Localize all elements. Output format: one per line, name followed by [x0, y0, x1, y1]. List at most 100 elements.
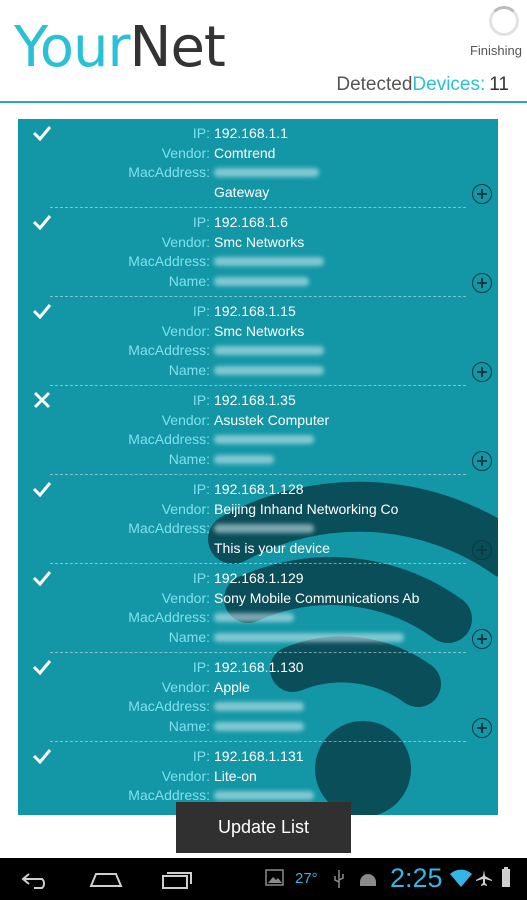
- device-vendor-label: Vendor:: [161, 322, 210, 339]
- logo-your: Your: [14, 15, 131, 80]
- device-note-value: Gateway: [214, 183, 270, 200]
- redacted-mac: [214, 168, 319, 177]
- device-vendor-value: Apple: [214, 678, 250, 695]
- gallery-notification-icon: [265, 869, 284, 886]
- device-name-label: Name:: [168, 717, 210, 734]
- device-mac-label: MacAddress:: [128, 520, 210, 536]
- device-ip-row: IP: 192.168.1.130: [18, 658, 498, 677]
- device-item[interactable]: IP: 192.168.1.6 Vendor: Smc Networks MacAddr…: [18, 208, 498, 297]
- device-vendor-value: Smc Networks: [214, 233, 305, 250]
- device-ip-label: IP:: [192, 392, 210, 408]
- device-mac-row: MacAddress:: [18, 252, 498, 271]
- device-item[interactable]: IP: 192.168.1.1 Vendor: Comtrend MacAddress:…: [18, 119, 498, 208]
- device-vendor-row: Vendor: Beijing Inhand Networking Co: [18, 500, 498, 519]
- device-vendor-label: Vendor:: [161, 144, 210, 161]
- detected-label: Detected: [336, 74, 413, 95]
- device-vendor-row: Vendor: Comtrend: [18, 144, 498, 163]
- device-ip-row: IP: 192.168.1.15: [18, 302, 498, 321]
- header-divider: [0, 101, 527, 103]
- redacted-mac: [214, 346, 324, 355]
- device-ip-value: 192.168.1.128: [214, 481, 304, 497]
- device-note-row: This is your device: [18, 539, 498, 558]
- update-list-button[interactable]: Update List: [176, 802, 351, 853]
- app-header: YourNet Finishing DetectedDevices: 11: [0, 0, 527, 104]
- device-item[interactable]: IP: 192.168.1.128 Vendor: Beijing Inhand Ne…: [18, 475, 498, 564]
- home-icon[interactable]: [88, 868, 124, 890]
- app-logo: YourNet: [14, 15, 226, 80]
- device-vendor-value: Comtrend: [214, 144, 276, 161]
- redacted-mac: [214, 257, 324, 266]
- redacted-mac: [214, 524, 314, 533]
- redacted-name: [214, 454, 274, 464]
- device-vendor-row: Vendor: Apple: [18, 678, 498, 697]
- add-device-icon[interactable]: [472, 273, 492, 293]
- redacted-name: [214, 721, 304, 731]
- device-ip-row: IP: 192.168.1.1: [18, 124, 498, 143]
- device-name-row: Name:: [18, 717, 498, 736]
- device-mac-label: MacAddress:: [128, 609, 210, 625]
- device-ip-value: 192.168.1.15: [214, 303, 296, 319]
- device-name-label: Name:: [168, 628, 210, 645]
- device-vendor-row: Vendor: Asustek Computer: [18, 411, 498, 430]
- back-icon[interactable]: [20, 868, 52, 890]
- device-count: 11: [489, 74, 509, 95]
- device-ip-row: IP: 192.168.1.6: [18, 213, 498, 232]
- device-mac-row: MacAddress:: [18, 519, 498, 538]
- device-name-row: Name:: [18, 272, 498, 291]
- airplane-mode-icon: [476, 870, 492, 886]
- device-vendor-label: Vendor:: [161, 233, 210, 250]
- device-mac-label: MacAddress:: [128, 164, 210, 180]
- device-ip-value: 192.168.1.130: [214, 659, 304, 675]
- device-name-label: Name:: [168, 450, 210, 467]
- device-note-value: This is your device: [214, 539, 330, 556]
- device-item[interactable]: IP: 192.168.1.130 Vendor: Apple MacAddress: N…: [18, 653, 498, 742]
- wifi-signal-icon: [450, 869, 472, 887]
- device-vendor-row: Vendor: Smc Networks: [18, 322, 498, 341]
- battery-icon: [502, 867, 510, 887]
- device-vendor-label: Vendor:: [161, 678, 210, 695]
- device-vendor-value: Beijing Inhand Networking Co: [214, 500, 399, 517]
- device-ip-value: 192.168.1.6: [214, 214, 288, 230]
- device-ip-label: IP:: [192, 481, 210, 497]
- device-item[interactable]: IP: 192.168.1.129 Vendor: Sony Mobile Commu…: [18, 564, 498, 653]
- device-name-label: Name:: [168, 361, 210, 378]
- devices-label: Devices:: [412, 74, 486, 95]
- device-ip-label: IP:: [192, 748, 210, 764]
- add-device-icon[interactable]: [472, 362, 492, 382]
- progress-spinner-icon: [489, 6, 519, 36]
- redacted-name: [214, 632, 404, 642]
- add-device-icon[interactable]: [472, 451, 492, 471]
- redacted-mac: [214, 613, 294, 622]
- add-device-icon[interactable]: [472, 718, 492, 738]
- device-list[interactable]: IP: 192.168.1.1 Vendor: Comtrend MacAddress:…: [18, 119, 498, 815]
- add-device-icon[interactable]: [472, 184, 492, 204]
- device-vendor-row: Vendor: Lite-on: [18, 767, 498, 786]
- device-mac-row: MacAddress:: [18, 163, 498, 182]
- device-mac-label: MacAddress:: [128, 698, 210, 714]
- add-device-icon[interactable]: [472, 540, 492, 560]
- device-mac-row: MacAddress:: [18, 430, 498, 449]
- device-ip-row: IP: 192.168.1.128: [18, 480, 498, 499]
- device-item[interactable]: IP: 192.168.1.35 Vendor: Asustek Computer Ma…: [18, 386, 498, 475]
- device-item[interactable]: IP: 192.168.1.15 Vendor: Smc Networks MacAdd…: [18, 297, 498, 386]
- device-ip-label: IP:: [192, 659, 210, 675]
- add-device-icon[interactable]: [472, 629, 492, 649]
- device-vendor-value: Smc Networks: [214, 322, 305, 339]
- device-name-row: Name:: [18, 450, 498, 469]
- recent-apps-icon[interactable]: [160, 868, 194, 890]
- device-name-label: Name:: [168, 272, 210, 289]
- device-note-row: Gateway: [18, 183, 498, 202]
- device-ip-value: 192.168.1.35: [214, 392, 296, 408]
- device-mac-row: MacAddress:: [18, 608, 498, 627]
- logo-net: Net: [129, 15, 226, 80]
- device-vendor-value: Sony Mobile Communications Ab: [214, 589, 420, 606]
- usb-icon: [334, 870, 344, 888]
- device-ip-row: IP: 192.168.1.131: [18, 747, 498, 766]
- device-vendor-value: Asustek Computer: [214, 411, 330, 428]
- device-vendor-row: Vendor: Smc Networks: [18, 233, 498, 252]
- device-vendor-row: Vendor: Sony Mobile Communications Ab: [18, 589, 498, 608]
- device-mac-row: MacAddress:: [18, 697, 498, 716]
- device-vendor-label: Vendor:: [161, 767, 210, 784]
- system-bar: 27° 2:25: [0, 858, 527, 900]
- device-vendor-value: Lite-on: [214, 767, 257, 784]
